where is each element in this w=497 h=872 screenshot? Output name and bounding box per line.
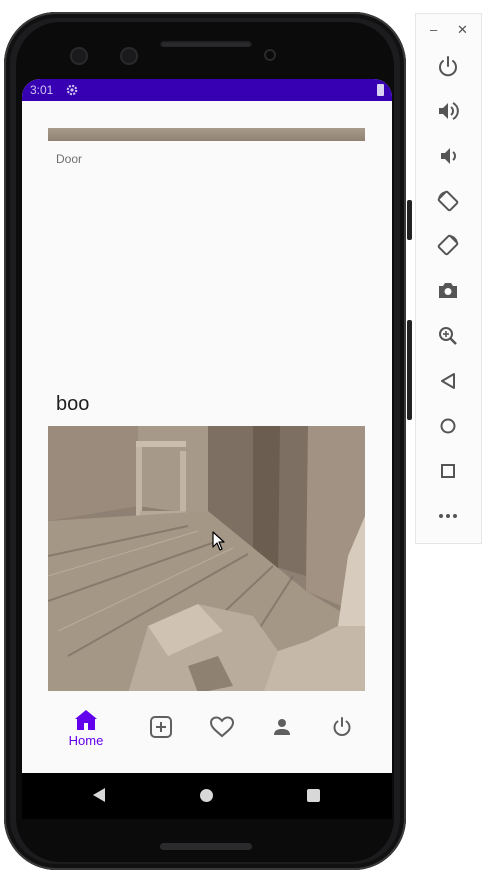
mouse-cursor-icon xyxy=(212,531,225,551)
earpiece-speaker xyxy=(160,40,252,47)
nav-favorites-tab[interactable] xyxy=(198,715,246,755)
proximity-sensor xyxy=(264,49,276,61)
system-navigation-bar xyxy=(22,773,392,819)
emulator-toolbar: – ✕ xyxy=(416,14,481,543)
camera-icon[interactable] xyxy=(436,279,460,303)
power-side-button xyxy=(407,200,412,240)
back-icon[interactable] xyxy=(436,369,460,393)
nav-home-label: Home xyxy=(68,733,104,748)
settings-gear-icon xyxy=(66,84,78,96)
front-sensor-1 xyxy=(70,47,88,65)
nav-add-post-tab[interactable] xyxy=(137,715,185,755)
overview-square-icon[interactable] xyxy=(436,459,460,483)
zoom-icon[interactable] xyxy=(436,324,460,348)
power-icon xyxy=(333,717,351,736)
previous-post-caption: Door xyxy=(56,152,83,166)
person-icon xyxy=(274,719,290,735)
volume-side-button xyxy=(407,320,412,420)
post-title: boo xyxy=(56,393,90,415)
bottom-speaker xyxy=(160,843,252,850)
device-screen: 3:01 Door boo Home xyxy=(22,79,392,819)
minimize-button[interactable]: – xyxy=(430,22,437,37)
home-icon xyxy=(75,710,97,730)
post-image[interactable] xyxy=(48,426,365,693)
rotate-left-icon[interactable] xyxy=(436,189,460,213)
add-box-icon xyxy=(150,716,172,738)
home-circle-icon[interactable] xyxy=(436,414,460,438)
nav-home-tab[interactable]: Home xyxy=(62,709,110,749)
heart-icon xyxy=(209,716,235,738)
back-icon[interactable] xyxy=(92,788,106,802)
status-time: 3:01 xyxy=(30,83,54,97)
rotate-right-icon[interactable] xyxy=(436,233,460,257)
power-icon[interactable] xyxy=(436,55,460,79)
volume-down-icon[interactable] xyxy=(436,144,460,168)
status-bar: 3:01 xyxy=(22,79,392,101)
front-camera xyxy=(120,47,138,65)
bottom-navigation: Home xyxy=(22,691,392,773)
battery-icon xyxy=(377,84,384,96)
nav-profile-tab[interactable] xyxy=(258,715,306,755)
post-photo-illustration xyxy=(48,426,365,693)
volume-up-icon[interactable] xyxy=(436,99,460,123)
recents-square-icon[interactable] xyxy=(307,789,320,802)
more-options-icon[interactable] xyxy=(436,504,460,528)
previous-post-image[interactable] xyxy=(48,128,365,141)
nav-logout-tab[interactable] xyxy=(318,715,366,755)
home-circle-icon[interactable] xyxy=(200,789,213,802)
close-button[interactable]: ✕ xyxy=(457,22,468,38)
